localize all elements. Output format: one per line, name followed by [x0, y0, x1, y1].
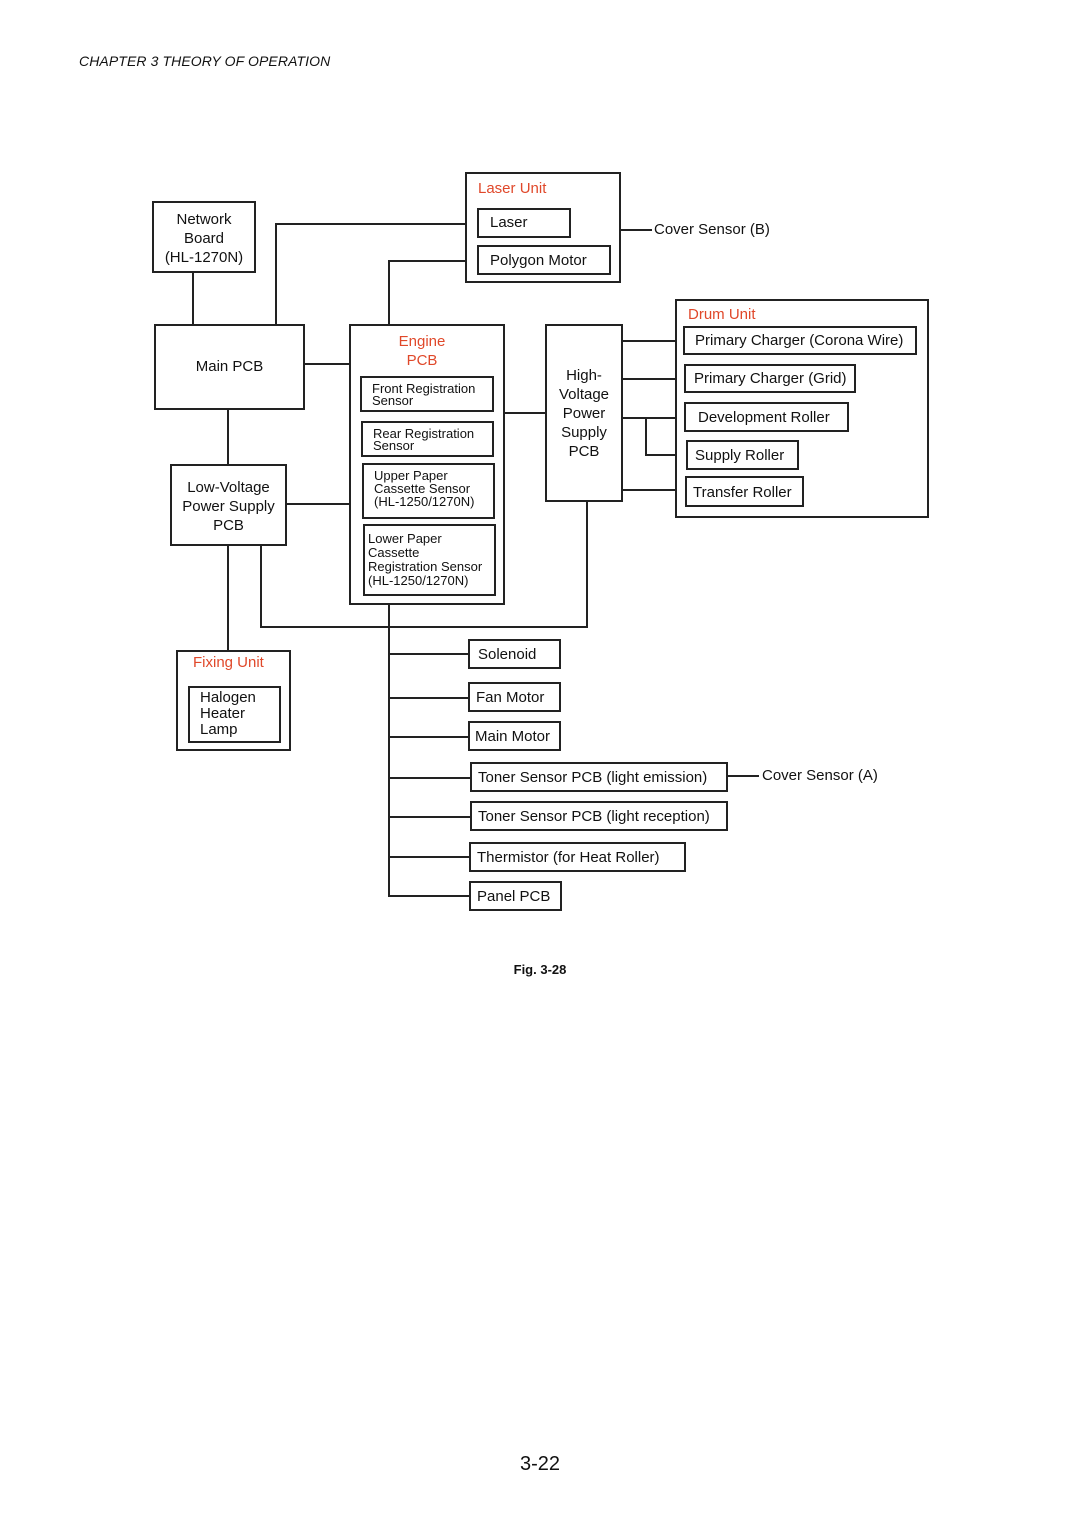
polygon-motor-label: Polygon Motor [490, 252, 587, 269]
line-bus-toner-recv [388, 816, 472, 818]
engine-pcb-label-line1: Engine [398, 333, 446, 350]
line-lvps-fixing [227, 545, 229, 651]
lvps-line2: Power Supply [182, 498, 275, 515]
fixing-unit-group: Fixing Unit Halogen Heater Lamp [176, 650, 291, 751]
lower-cassette-line4: (HL-1250/1270N) [368, 573, 469, 588]
bus-item-label: Thermistor (for Heat Roller) [477, 849, 660, 866]
drum-item-label: Transfer Roller [693, 484, 792, 501]
high-voltage-psu-block: High- Voltage Power Supply PCB [545, 324, 623, 502]
laser-unit-label: Laser Unit [478, 180, 547, 197]
engine-pcb-label-line2: PCB [406, 352, 438, 369]
line-bus-solenoid [388, 653, 470, 655]
network-board-line2: Board [183, 230, 225, 247]
figure-caption: Fig. 3-28 [513, 962, 567, 977]
line-laser-coversensor-b [620, 229, 652, 231]
hvps-line5: PCB [568, 443, 600, 460]
lower-cassette-line3: Registration Sensor [368, 559, 483, 574]
bus-item-label: Main Motor [475, 728, 551, 745]
line-engine-polygon-v [388, 260, 390, 326]
bus-item-solenoid: Solenoid [468, 639, 561, 669]
laser-label: Laser [490, 214, 528, 231]
front-registration-sensor-block: Front Registration Sensor [360, 376, 494, 412]
low-voltage-psu-block: Low-Voltage Power Supply PCB [170, 464, 287, 546]
hvps-line3: Power [562, 405, 606, 422]
bus-item-label: Fan Motor [476, 689, 545, 706]
drum-item-supply-roller: Supply Roller [686, 440, 799, 470]
laser-block: Laser [477, 208, 571, 238]
lower-cassette-line1: Lower Paper [368, 531, 442, 546]
lvps-line3: PCB [213, 517, 244, 534]
chapter-header: CHAPTER 3 THEORY OF OPERATION [79, 53, 331, 69]
line-engine-polygon-h [388, 260, 477, 262]
line-lvps-hvps-h [260, 626, 588, 628]
line-bus-toner-emit [388, 777, 472, 779]
upper-paper-cassette-sensor-block: Upper Paper Cassette Sensor (HL-1250/127… [362, 463, 495, 519]
rear-reg-line2: Sensor [373, 438, 415, 453]
hvps-line4: Supply [561, 424, 607, 441]
drum-unit-label: Drum Unit [688, 306, 756, 323]
line-bus-fan [388, 697, 470, 699]
cover-sensor-b-label: Cover Sensor (B) [654, 221, 770, 238]
bus-item-label: Solenoid [478, 646, 537, 663]
halogen-line2: Heater [200, 705, 246, 722]
bus-item-label: Panel PCB [477, 888, 551, 905]
line-main-lvps [227, 409, 229, 465]
fixing-unit-label: Fixing Unit [193, 654, 264, 671]
line-network-main [192, 272, 194, 326]
cover-sensor-a-label: Cover Sensor (A) [762, 767, 878, 784]
line-bus-mainmotor [388, 736, 470, 738]
laser-unit-group: Laser Unit Laser Polygon Motor [465, 172, 621, 283]
bus-item-thermistor: Thermistor (for Heat Roller) [469, 842, 686, 872]
bus-item-fan-motor: Fan Motor [468, 682, 561, 712]
polygon-motor-block: Polygon Motor [477, 245, 611, 275]
drum-item-label: Development Roller [698, 409, 830, 426]
network-board-line3: (HL-1270N) [164, 249, 244, 266]
line-bus-thermistor [388, 856, 472, 858]
front-reg-line2: Sensor [372, 393, 414, 408]
halogen-line1: Halogen [200, 689, 256, 706]
page-number: 3-22 [519, 1453, 561, 1475]
network-board-line1: Network [176, 211, 232, 228]
drum-item-label: Primary Charger (Corona Wire) [695, 332, 904, 349]
bus-item-toner-sensor-reception: Toner Sensor PCB (light reception) [470, 801, 728, 831]
network-board-block: Network Board (HL-1270N) [152, 201, 256, 273]
main-pcb-block: Main PCB [154, 324, 305, 410]
bus-item-panel-pcb: Panel PCB [469, 881, 562, 911]
line-main-laser-v [275, 223, 277, 326]
engine-pcb-group: Engine PCB Front Registration Sensor Rea… [349, 324, 505, 605]
drum-item-label: Supply Roller [695, 447, 785, 464]
line-main-engine [304, 363, 351, 365]
line-main-laser-h [275, 223, 477, 225]
line-toner-coversensor-a [727, 775, 759, 777]
halogen-lamp-block: Halogen Heater Lamp [188, 686, 281, 743]
drum-item-primary-charger-corona: Primary Charger (Corona Wire) [683, 326, 917, 355]
drum-item-primary-charger-grid: Primary Charger (Grid) [684, 364, 856, 393]
hvps-line2: Voltage [558, 386, 610, 403]
bus-item-label: Toner Sensor PCB (light emission) [478, 769, 708, 786]
drum-item-transfer-roller: Transfer Roller [685, 476, 804, 507]
drum-item-development-roller: Development Roller [684, 402, 849, 432]
rear-registration-sensor-block: Rear Registration Sensor [361, 421, 494, 457]
lvps-line1: Low-Voltage [187, 479, 270, 496]
line-engine-bus [388, 604, 390, 897]
hvps-line1: High- [566, 367, 602, 384]
line-engine-hvps [504, 412, 547, 414]
halogen-line3: Lamp [200, 721, 238, 738]
bus-item-toner-sensor-emission: Toner Sensor PCB (light emission) [470, 762, 728, 792]
line-lvps-hvps-v1 [260, 545, 262, 628]
line-bus-panel [388, 895, 472, 897]
line-lvps-engine [286, 503, 351, 505]
bus-item-label: Toner Sensor PCB (light reception) [478, 808, 710, 825]
main-pcb-label: Main PCB [195, 358, 264, 375]
drum-item-label: Primary Charger (Grid) [694, 370, 847, 387]
bus-item-main-motor: Main Motor [468, 721, 561, 751]
lower-cassette-line2: Cassette [368, 545, 420, 560]
lower-paper-cassette-sensor-block: Lower Paper Cassette Registration Sensor… [363, 524, 496, 596]
upper-cassette-line3: (HL-1250/1270N) [374, 494, 475, 509]
line-hvps-supply-v [645, 417, 647, 456]
line-lvps-hvps-v2 [586, 501, 588, 628]
